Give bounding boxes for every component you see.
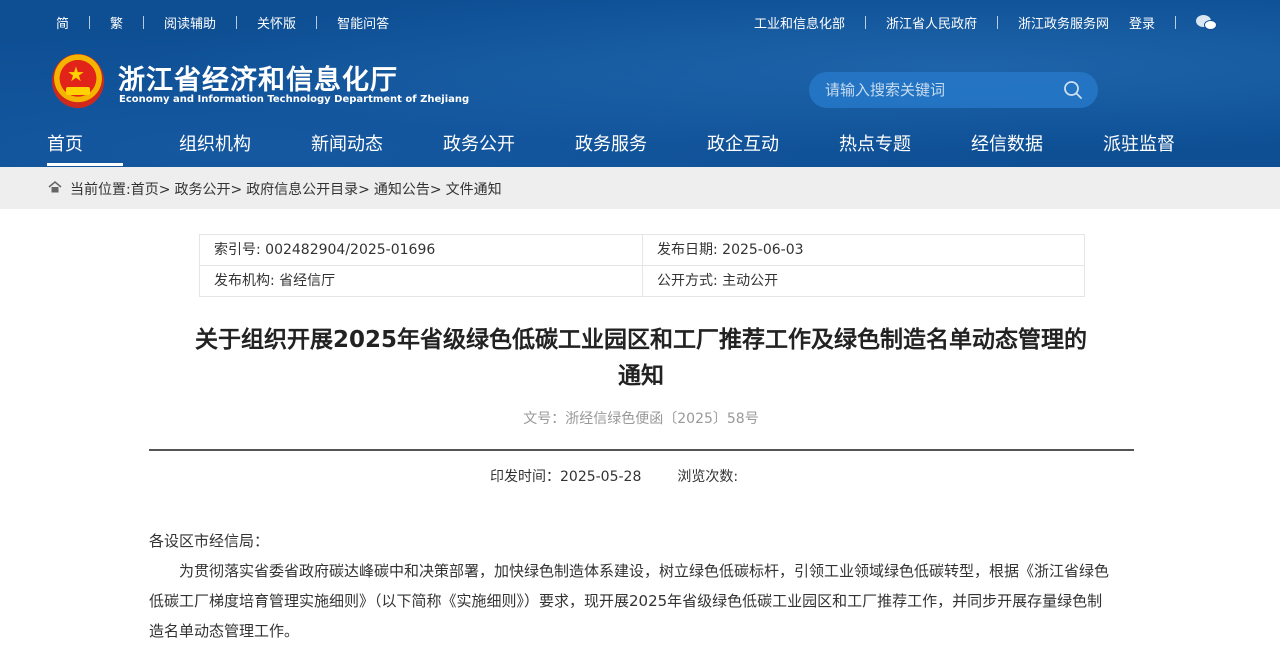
wechat-icon[interactable] — [1196, 14, 1218, 32]
divider — [996, 16, 998, 29]
document-meta-table: 索引号: 002482904/2025-01696 发布日期: 2025-06-… — [199, 234, 1085, 297]
nav-data[interactable]: 经信数据 — [971, 126, 1043, 167]
paragraph-line: 低碳工厂梯度培育管理实施细则》（以下简称《实施细则》）要求，现开展2025年省级… — [149, 592, 1103, 610]
site-subtitle: Economy and Information Technology Depar… — [119, 94, 470, 105]
divider — [316, 16, 318, 29]
nav-government-services[interactable]: 政务服务 — [575, 126, 647, 167]
nav-organization[interactable]: 组织机构 — [179, 126, 251, 167]
national-emblem-logo[interactable]: ★ — [52, 54, 104, 108]
login-link[interactable]: 登录 — [1129, 13, 1155, 32]
top-utility-bar: 简 繁 阅读辅助 关怀版 智能问答 工业和信息化部 浙江省人民政府 浙江政务服务… — [0, 0, 1280, 44]
breadcrumb-file-notices[interactable]: 文件通知 — [446, 179, 502, 199]
breadcrumb: 当前位置: 首页> 政务公开> 政府信息公开目录> 通知公告> 文件通知 — [0, 167, 1280, 209]
document-title-line: 通知 — [618, 363, 664, 389]
nav-hot-topics[interactable]: 热点专题 — [839, 126, 911, 167]
document-title-line: 关于组织开展2025年省级绿色低碳工业园区和工厂推荐工作及绿色制造名单动态管理的 — [194, 327, 1087, 353]
salutation: 各设区市经信局： — [149, 532, 270, 550]
divider — [89, 16, 91, 29]
search-input[interactable] — [825, 72, 1055, 108]
divider — [143, 16, 145, 29]
divider — [236, 16, 238, 29]
meta-disclosure-method: 公开方式: 主动公开 — [657, 273, 779, 289]
reading-aid-link[interactable]: 阅读辅助 — [164, 13, 216, 32]
meta-publish-date: 发布日期: 2025-06-03 — [643, 235, 1084, 266]
main-nav: 首页 组织机构 新闻动态 政务公开 政务服务 政企互动 热点专题 经信数据 派驻… — [0, 126, 1280, 167]
divider — [149, 449, 1134, 451]
site-title[interactable]: 浙江省经济和信息化厅 — [118, 58, 398, 97]
publish-info: 印发时间：2025-05-28 浏览次数: — [490, 466, 738, 486]
divider — [864, 16, 866, 29]
breadcrumb-government-affairs[interactable]: 政务公开> — [174, 179, 242, 199]
issued-time: 印发时间：2025-05-28 — [490, 469, 642, 485]
home-icon — [48, 181, 62, 193]
paragraph-line: 造名单动态管理工作。 — [149, 622, 300, 640]
zhejiang-service-link[interactable]: 浙江政务服务网 — [1018, 13, 1109, 32]
utility-links-left: 简 繁 阅读辅助 关怀版 智能问答 — [56, 13, 389, 32]
search-icon[interactable] — [1063, 80, 1083, 100]
document-title: 关于组织开展2025年省级绿色低碳工业园区和工厂推荐工作及绿色制造名单动态管理的… — [148, 322, 1134, 394]
breadcrumb-home[interactable]: 首页> — [131, 179, 171, 199]
breadcrumb-trail: 当前位置: 首页> 政务公开> 政府信息公开目录> 通知公告> 文件通知 — [70, 179, 506, 199]
breadcrumb-info-directory[interactable]: 政府信息公开目录> — [246, 179, 370, 199]
meta-index-number: 索引号: 002482904/2025-01696 — [200, 235, 643, 266]
breadcrumb-prefix: 当前位置: — [70, 182, 131, 198]
simplified-chinese-link[interactable]: 简 — [56, 13, 69, 32]
zhejiang-government-link[interactable]: 浙江省人民政府 — [886, 13, 977, 32]
traditional-chinese-link[interactable]: 繁 — [110, 13, 123, 32]
view-count-label: 浏览次数: — [677, 469, 739, 485]
site-header: 简 繁 阅读辅助 关怀版 智能问答 工业和信息化部 浙江省人民政府 浙江政务服务… — [0, 0, 1280, 167]
utility-links-right: 工业和信息化部 浙江省人民政府 浙江政务服务网 登录 — [754, 13, 1218, 32]
search-box — [809, 72, 1098, 108]
smart-qa-link[interactable]: 智能问答 — [337, 13, 389, 32]
nav-government-affairs[interactable]: 政务公开 — [443, 126, 515, 167]
paragraph-line: 为贯彻落实省委省政府碳达峰碳中和决策部署，加快绿色制造体系建设，树立绿色低碳标杆… — [179, 562, 1110, 580]
nav-supervision[interactable]: 派驻监督 — [1103, 126, 1175, 167]
elderly-care-version-link[interactable]: 关怀版 — [257, 13, 296, 32]
meta-issuer: 发布机构: 省经信厅 — [200, 266, 643, 297]
miit-link[interactable]: 工业和信息化部 — [754, 13, 845, 32]
document-number: 文号：浙经信绿色便函〔2025〕58号 — [523, 411, 759, 427]
nav-news[interactable]: 新闻动态 — [311, 126, 383, 167]
nav-home[interactable]: 首页 — [47, 126, 123, 167]
document-body: 各设区市经信局： 为贯彻落实省委省政府碳达峰碳中和决策部署，加快绿色制造体系建设… — [149, 526, 1134, 646]
divider — [1175, 16, 1176, 29]
breadcrumb-notices[interactable]: 通知公告> — [374, 179, 442, 199]
nav-interaction[interactable]: 政企互动 — [707, 126, 779, 167]
